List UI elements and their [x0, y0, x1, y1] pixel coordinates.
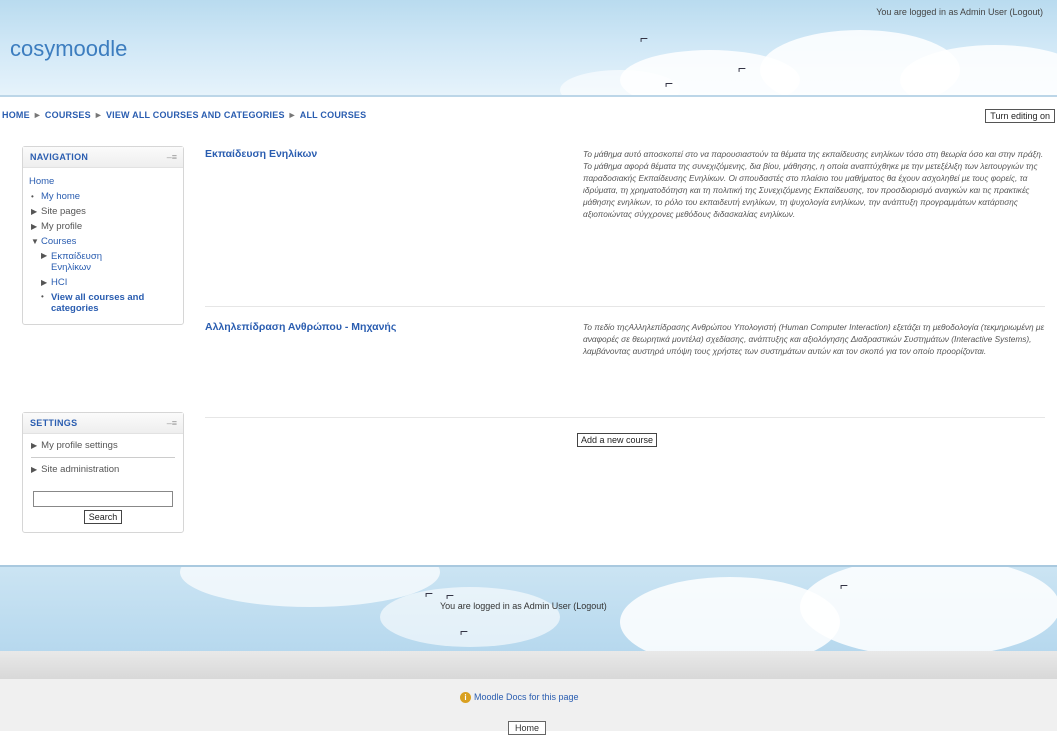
- search-button[interactable]: Search: [83, 510, 123, 524]
- navigation-block: NAVIGATION –≡ Home • My home ▶ Site pages …: [22, 146, 184, 325]
- nav-courses[interactable]: ▼ Courses: [23, 234, 183, 249]
- add-new-course-button[interactable]: Add a new course: [577, 433, 658, 447]
- expand-arrow-icon: ▶: [31, 465, 38, 474]
- footer-strip: [0, 651, 1057, 679]
- settings-block-header: SETTINGS –≡: [23, 413, 183, 434]
- bird-icon: ⌐: [640, 30, 649, 46]
- expand-arrow-icon: ▶: [31, 222, 38, 231]
- navigation-block-header: NAVIGATION –≡: [23, 147, 183, 168]
- nav-course-adult-education-label: Εκπαίδευση Ενηλίκων: [51, 251, 102, 273]
- course-summary: Το μάθημα αυτό αποσκοπεί στο να παρουσια…: [583, 149, 1044, 219]
- course-item: Αλληλεπίδραση Ανθρώπου - Μηχανής Το πεδί…: [205, 321, 1045, 418]
- course-link[interactable]: Εκπαίδευση Ενηλίκων: [205, 148, 317, 160]
- bird-icon: ⌐: [738, 60, 747, 76]
- nav-view-all-courses[interactable]: • View all courses and categories: [23, 290, 183, 316]
- nav-my-home[interactable]: • My home: [23, 189, 183, 204]
- expand-arrow-icon: ▶: [41, 278, 48, 287]
- block-dock-icon[interactable]: –≡: [167, 152, 177, 162]
- settings-block: SETTINGS –≡ ▶ My profile settings ▶ Site a…: [22, 412, 184, 533]
- footer-login-info[interactable]: You are logged in as Admin User (Logout): [440, 601, 607, 611]
- turn-editing-on-button[interactable]: Turn editing on: [985, 109, 1055, 123]
- course-summary: Το πεδίο τηςΑλληλεπίδρασης Ανθρώπου Υπολ…: [583, 322, 1045, 356]
- nav-my-home-label: My home: [41, 191, 81, 202]
- bird-icon: ⌐: [425, 585, 434, 601]
- nav-my-profile[interactable]: ▶ My profile: [23, 219, 183, 234]
- settings-site-admin-label: Site administration: [41, 464, 120, 475]
- nav-course-adult-education[interactable]: ▶ Εκπαίδευση Ενηλίκων: [23, 249, 183, 275]
- breadcrumb-separator: ►: [93, 110, 103, 120]
- breadcrumb-view-all[interactable]: VIEW ALL COURSES AND CATEGORIES: [106, 110, 285, 120]
- breadcrumb-home[interactable]: HOME: [2, 110, 30, 120]
- site-logo[interactable]: cosymoodle: [10, 36, 127, 62]
- moodle-docs-link[interactable]: i Moodle Docs for this page: [460, 692, 579, 703]
- nav-courses-label: Courses: [41, 236, 77, 247]
- block-title: NAVIGATION: [30, 152, 89, 162]
- nav-site-pages-label: Site pages: [41, 206, 86, 217]
- expand-arrow-icon: ▶: [31, 441, 38, 450]
- course-link[interactable]: Αλληλεπίδραση Ανθρώπου - Μηχανής: [205, 321, 396, 333]
- breadcrumb: HOME ► COURSES ► VIEW ALL COURSES AND CATEGO…: [2, 110, 366, 120]
- navbar: HOME ► COURSES ► VIEW ALL COURSES AND CATEGO…: [0, 108, 1057, 128]
- page-header: ⌐ ⌐ ⌐ cosymoodle You are logged in as Ad…: [0, 0, 1057, 97]
- login-info[interactable]: You are logged in as Admin User (Logout): [876, 7, 1043, 17]
- nav-home-label: Home: [29, 176, 55, 187]
- admin-search-input[interactable]: [33, 491, 173, 507]
- nav-my-profile-label: My profile: [41, 221, 83, 232]
- breadcrumb-current: ALL COURSES: [299, 110, 367, 120]
- breadcrumb-courses[interactable]: COURSES: [45, 110, 91, 120]
- nav-home[interactable]: Home: [23, 174, 183, 189]
- bird-icon: ⌐: [665, 75, 674, 91]
- moodle-docs-label: Moodle Docs for this page: [474, 692, 579, 702]
- bullet-icon: •: [31, 192, 34, 201]
- cloud-decoration: [800, 567, 1057, 653]
- breadcrumb-separator: ►: [32, 110, 42, 120]
- course-item: Εκπαίδευση Ενηλίκων Το μάθημα αυτό αποσκ…: [205, 148, 1045, 307]
- home-button[interactable]: Home: [508, 721, 547, 735]
- expand-arrow-icon: ▶: [41, 251, 48, 260]
- breadcrumb-separator: ►: [287, 110, 297, 120]
- footer-bottom: i Moodle Docs for this page Home: [0, 679, 1057, 735]
- expand-arrow-icon: ▶: [31, 207, 38, 216]
- bullet-icon: •: [41, 292, 44, 301]
- cloud-decoration: [380, 587, 560, 647]
- block-dock-icon[interactable]: –≡: [167, 418, 177, 428]
- nav-view-all-courses-label: View all courses and categories: [51, 292, 145, 314]
- navigation-tree: Home • My home ▶ Site pages ▶ My profile ▼ C…: [23, 168, 183, 324]
- bird-icon: ⌐: [460, 623, 469, 639]
- settings-my-profile[interactable]: ▶ My profile settings: [23, 434, 183, 457]
- page-footer: ⌐ ⌐ ⌐ ⌐ You are logged in as Admin User …: [0, 565, 1057, 653]
- help-icon: i: [460, 692, 471, 703]
- bird-icon: ⌐: [840, 577, 849, 593]
- nav-course-hci[interactable]: ▶ HCI: [23, 275, 183, 290]
- block-title: SETTINGS: [30, 418, 78, 428]
- settings-my-profile-label: My profile settings: [41, 440, 118, 451]
- nav-site-pages[interactable]: ▶ Site pages: [23, 204, 183, 219]
- settings-site-admin[interactable]: ▶ Site administration: [23, 458, 183, 481]
- collapse-arrow-icon: ▼: [31, 237, 39, 246]
- nav-course-hci-label: HCI: [51, 277, 68, 288]
